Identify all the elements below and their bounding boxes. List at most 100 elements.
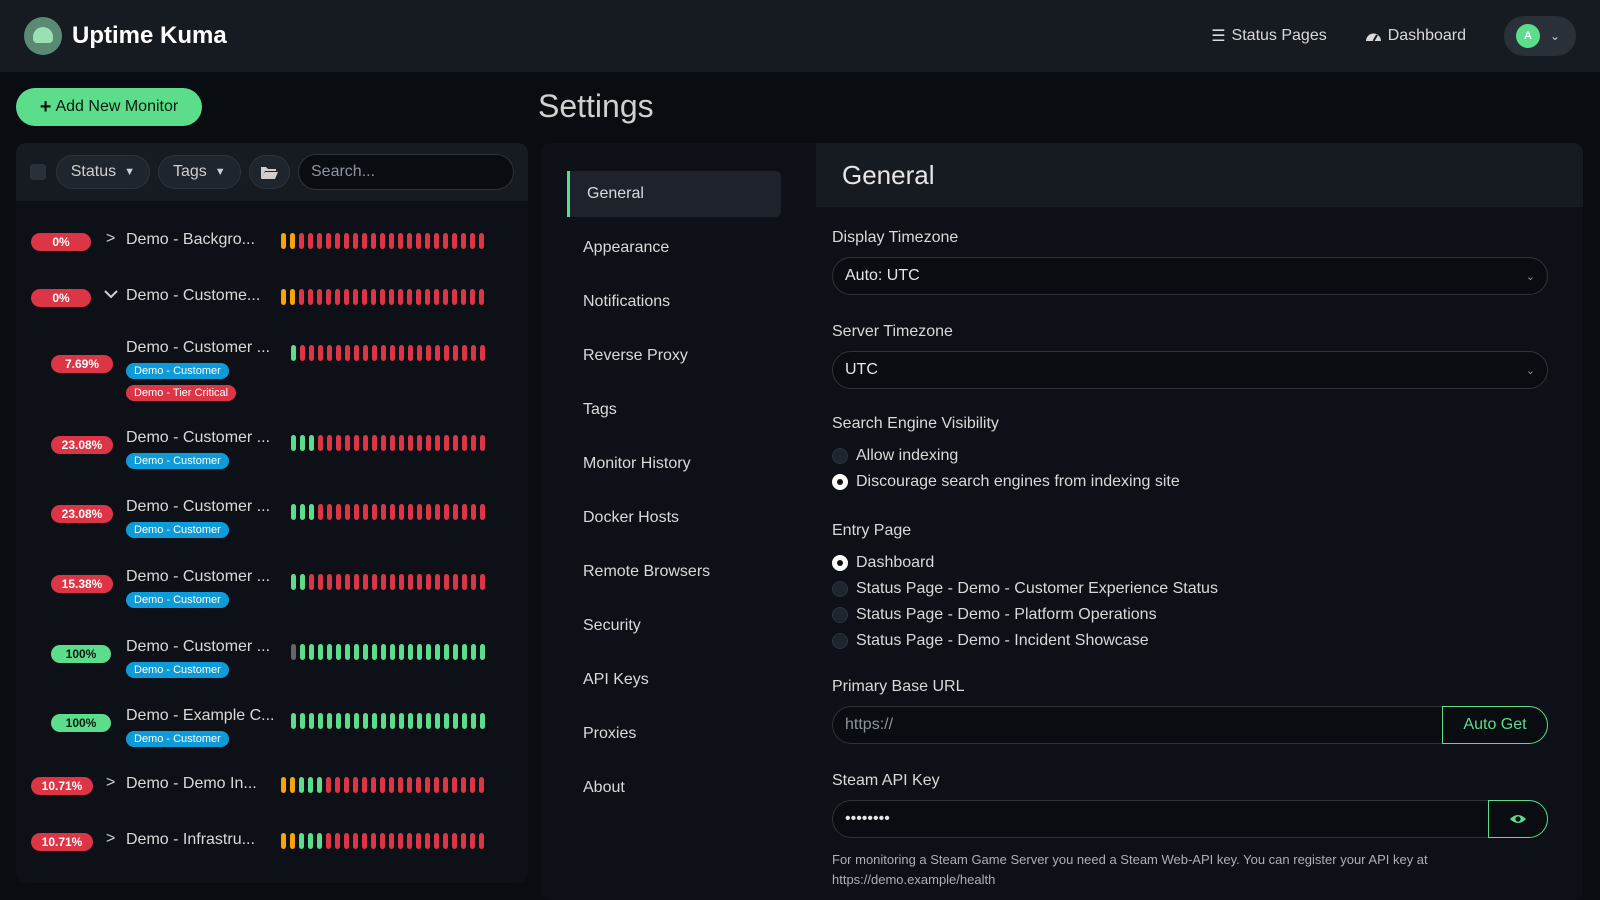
entry-status-page-radio[interactable] [832, 607, 848, 623]
search-visibility-label: Search Engine Visibility [832, 415, 999, 432]
entry-status-page-radio[interactable] [832, 581, 848, 597]
chevron-right-icon[interactable]: > [106, 774, 115, 792]
heartbeat-bar [336, 644, 341, 660]
heartbeat-bar [363, 644, 368, 660]
base-url-input[interactable] [832, 706, 1442, 744]
monitor-name: Demo - Backgro... [126, 231, 255, 248]
allow-indexing-option[interactable]: Allow indexing [832, 447, 958, 465]
settings-menu-proxies[interactable]: Proxies [567, 711, 781, 757]
uptime-badge: 23.08% [51, 505, 113, 523]
discourage-indexing-radio[interactable] [832, 474, 848, 490]
heartbeat-bar [480, 345, 485, 361]
monitor-search-input[interactable] [298, 154, 514, 190]
add-new-monitor-button[interactable]: + Add New Monitor [16, 88, 202, 126]
tag-badge: Demo - Customer [126, 592, 229, 608]
heartbeat-bar [416, 833, 421, 849]
entry-status-page-radio[interactable] [832, 633, 848, 649]
uptime-badge: 10.71% [31, 833, 93, 851]
heartbeat-bar [470, 777, 475, 793]
heartbeat-bar [380, 289, 385, 305]
steam-api-key-field: Steam API Key [832, 772, 1548, 838]
heartbeat-bar [425, 777, 430, 793]
heartbeat-bar [381, 574, 386, 590]
settings-menu-security[interactable]: Security [567, 603, 781, 649]
chevron-down-icon[interactable] [104, 290, 118, 299]
heartbeat-bar [390, 574, 395, 590]
dashboard-link[interactable]: Dashboard [1365, 27, 1466, 45]
entry-option-label: Status Page - Demo - Customer Experience… [856, 580, 1218, 597]
settings-menu-appearance[interactable]: Appearance [567, 225, 781, 271]
settings-menu-reverse-proxy[interactable]: Reverse Proxy [567, 333, 781, 379]
heartbeat-bar [336, 574, 341, 590]
settings-menu: General Appearance Notifications Reverse… [567, 171, 781, 819]
display-timezone-select[interactable]: Auto: UTC ⌄ [832, 257, 1548, 295]
entry-option[interactable]: Status Page - Demo - Customer Experience… [832, 580, 1218, 598]
heartbeat-bar [399, 713, 404, 729]
heartbeat-bar [308, 777, 313, 793]
tags-filter-button[interactable]: Tags ▼ [157, 155, 241, 189]
settings-menu-remote-browsers[interactable]: Remote Browsers [567, 549, 781, 595]
heartbeat-bar [354, 574, 359, 590]
heartbeat-bar [290, 833, 295, 849]
entry-option[interactable]: Dashboard [832, 554, 934, 572]
discourage-indexing-option[interactable]: Discourage search engines from indexing … [832, 473, 1180, 491]
top-header: Uptime Kuma ☰ Status Pages Dashboard A ⌄ [0, 0, 1600, 72]
chevron-right-icon[interactable]: > [106, 230, 115, 248]
steam-help-link[interactable]: https://demo.example/health [832, 872, 995, 887]
heartbeat-bar [335, 289, 340, 305]
server-timezone-label: Server Timezone [832, 323, 953, 340]
server-timezone-value: UTC [845, 361, 878, 378]
display-timezone-field: Display Timezone Auto: UTC ⌄ [832, 229, 1548, 295]
heartbeat-bar [335, 833, 340, 849]
heartbeat-bar [381, 345, 386, 361]
settings-menu-tags[interactable]: Tags [567, 387, 781, 433]
folder-filter-button[interactable] [248, 155, 290, 189]
folder-open-icon [261, 167, 279, 179]
heartbeat-bar [425, 233, 430, 249]
heartbeat-bar [417, 574, 422, 590]
brand-title[interactable]: Uptime Kuma [72, 22, 227, 50]
status-pages-link[interactable]: ☰ Status Pages [1211, 26, 1327, 46]
heartbeat-bar [426, 504, 431, 520]
auto-get-button[interactable]: Auto Get [1442, 706, 1548, 744]
show-password-button[interactable] [1488, 800, 1548, 838]
settings-menu-api-keys[interactable]: API Keys [567, 657, 781, 703]
select-all-checkbox[interactable] [30, 164, 46, 180]
settings-menu-about[interactable]: About [567, 765, 781, 811]
chevron-down-icon: ⌄ [1525, 364, 1535, 377]
heartbeat-bar [444, 644, 449, 660]
heartbeat-bar [398, 233, 403, 249]
server-timezone-select[interactable]: UTC ⌄ [832, 351, 1548, 389]
heartbeat-bar [389, 233, 394, 249]
heartbeat-bar [299, 777, 304, 793]
heartbeat-bar [372, 435, 377, 451]
heartbeat-bar [327, 345, 332, 361]
heartbeat-bar [425, 289, 430, 305]
allow-indexing-radio[interactable] [832, 448, 848, 464]
uptime-kuma-logo-icon[interactable] [24, 17, 62, 55]
entry-option[interactable]: Status Page - Demo - Platform Operations [832, 606, 1157, 624]
chevron-right-icon[interactable]: > [106, 830, 115, 848]
heartbeat-bar [317, 289, 322, 305]
heartbeat-bar [444, 713, 449, 729]
heartbeat-bar [372, 504, 377, 520]
entry-option[interactable]: Status Page - Demo - Incident Showcase [832, 632, 1149, 650]
heartbeat-bars [291, 644, 489, 660]
heartbeat-bar [453, 644, 458, 660]
settings-menu-docker-hosts[interactable]: Docker Hosts [567, 495, 781, 541]
settings-menu-notifications[interactable]: Notifications [567, 279, 781, 325]
uptime-badge: 0% [31, 233, 91, 251]
tag-badge: Demo - Customer [126, 363, 229, 379]
steam-api-key-input[interactable] [832, 800, 1488, 838]
heartbeat-bar [381, 504, 386, 520]
heartbeat-bar [461, 289, 466, 305]
profile-dropdown[interactable]: A ⌄ [1504, 16, 1576, 56]
heartbeat-bar [435, 713, 440, 729]
status-filter-button[interactable]: Status ▼ [55, 155, 150, 189]
heartbeat-bar [417, 713, 422, 729]
settings-menu-general[interactable]: General [567, 171, 781, 217]
heartbeat-bar [399, 504, 404, 520]
settings-menu-monitor-history[interactable]: Monitor History [567, 441, 781, 487]
entry-dashboard-radio[interactable] [832, 555, 848, 571]
heartbeat-bar [426, 644, 431, 660]
